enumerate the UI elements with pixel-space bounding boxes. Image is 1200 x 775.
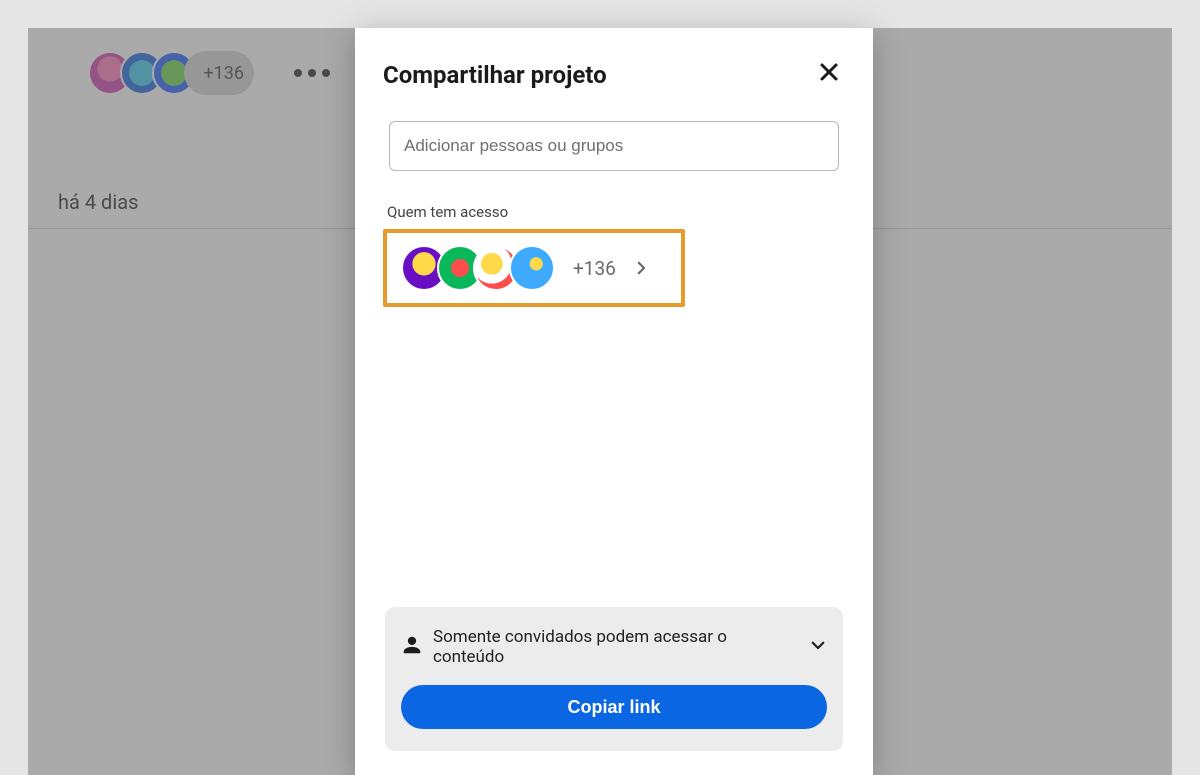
dialog-title: Compartilhar projeto: [383, 61, 607, 89]
permission-label: Somente convidados podem acessar o conte…: [433, 627, 799, 667]
access-avatar-row: [401, 245, 555, 291]
access-count-label: +136: [573, 257, 616, 280]
permission-selector[interactable]: Somente convidados podem acessar o conte…: [401, 627, 827, 667]
dialog-header: Compartilhar projeto: [383, 56, 845, 93]
add-people-input[interactable]: [389, 121, 839, 171]
share-dialog: Compartilhar projeto Quem tem acesso +13…: [355, 28, 873, 775]
copy-link-label: Copiar link: [567, 697, 660, 717]
chevron-down-icon: [809, 636, 827, 658]
close-icon[interactable]: [813, 56, 845, 93]
access-label: Quem tem acesso: [383, 203, 845, 221]
copy-link-button[interactable]: Copiar link: [401, 685, 827, 729]
share-footer-card: Somente convidados podem acessar o conte…: [385, 607, 843, 751]
avatar: [509, 245, 555, 291]
access-members-box[interactable]: +136: [383, 229, 685, 307]
chevron-right-icon: [632, 259, 650, 277]
person-icon: [401, 634, 423, 660]
